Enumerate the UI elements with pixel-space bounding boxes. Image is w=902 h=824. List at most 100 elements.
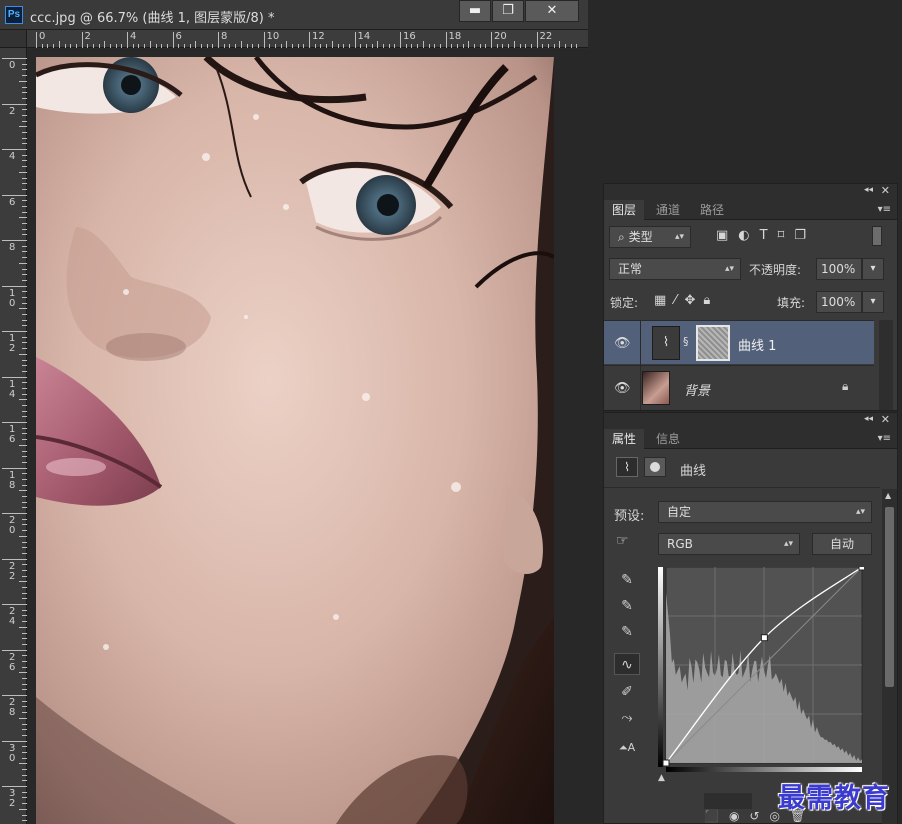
ruler-minor-tick [22,484,27,486]
mask-icon[interactable] [644,457,666,477]
sample-white-eyedropper-icon[interactable]: ✎ [614,621,640,643]
panel-menu-icon[interactable]: ▾≡ [878,204,891,215]
ruler-minor-tick [22,188,27,190]
document-title-bar[interactable]: Ps ccc.jpg @ 66.7% (曲线 1, 图层蒙版/8) * ▬ ❐ … [0,0,588,30]
maximize-button[interactable]: ❐ [492,0,524,22]
image-filter-icon[interactable]: ▣ [716,228,738,243]
ruler-minor-tick [22,200,27,202]
layers-panel-header[interactable]: ◂◂ ✕ [604,184,897,200]
scroll-thumb[interactable] [885,507,894,687]
clip-to-layer-icon[interactable]: ⬛ [704,809,729,823]
fill-dropdown-button[interactable]: ▾ [862,291,884,313]
divider [604,487,880,488]
lock-all-icon[interactable]: 🔒︎ [703,293,718,308]
canvas-area[interactable] [28,49,588,824]
lock-position-icon[interactable]: ✥ [684,293,703,308]
sample-gray-eyedropper-icon[interactable]: ✎ [614,595,640,617]
shape-filter-icon[interactable]: ⌑ [778,228,795,243]
minimize-button[interactable]: ▬ [459,0,491,22]
ruler-tick [2,194,27,196]
reset-icon[interactable]: ↺ [749,809,769,823]
ruler-minor-tick [178,44,180,48]
curves-adjustment-icon[interactable]: ⌇ [616,457,638,477]
curve-control-point[interactable] [858,563,866,571]
ruler-label: 0 [9,60,16,71]
close-panel-icon[interactable]: ✕ [881,184,890,197]
portrait-photo [36,57,554,824]
ruler-minor-tick [22,575,27,577]
visibility-toggle-icon[interactable]: ◉ [729,809,749,823]
opacity-dropdown-button[interactable]: ▾ [862,258,884,280]
blend-mode-select[interactable]: 正常 ▴▾ [609,258,741,280]
ruler-minor-tick [286,41,288,48]
ruler-minor-tick [53,44,55,48]
black-point-slider-icon[interactable]: ▲ [658,773,665,783]
tab-paths[interactable]: 路径 [692,200,732,220]
tab-layers[interactable]: 图层 [604,200,645,220]
channel-select[interactable]: RGB ▴▾ [658,533,800,555]
preset-select[interactable]: 自定 ▴▾ [658,501,872,523]
ruler-minor-tick [565,44,566,48]
ruler-minor-tick [252,44,254,48]
lock-transparency-icon[interactable]: ▦ [654,293,674,308]
lock-image-icon[interactable]: ⁄ [674,293,684,308]
collapse-panel-icon[interactable]: ◂◂ [864,185,873,195]
curve-edit-icon[interactable]: ∿ [614,653,640,675]
ruler-minor-tick [22,712,27,714]
ruler-minor-tick [22,427,27,429]
ruler-minor-tick [22,615,27,617]
tab-info[interactable]: 信息 [648,429,688,449]
curves-chart[interactable] [658,563,866,777]
properties-scrollbar[interactable]: ▲ [882,489,897,824]
layer-mask-thumbnail[interactable] [696,325,730,361]
ruler-label: 8 [9,242,16,253]
ruler-minor-tick [144,44,146,48]
horizontal-ruler[interactable]: 0 2 4 6 8 10 12 14 16 18 20 22 [0,30,588,48]
layer-row-background[interactable]: 👁︎ 背景 🔒︎ [604,365,874,410]
curve-control-point[interactable] [760,634,768,642]
mask-link-icon[interactable]: § [683,335,689,348]
adjustment-filter-icon[interactable]: ◐ [738,228,759,243]
layers-scrollbar[interactable] [879,320,893,410]
fill-input[interactable]: 100% [816,291,862,313]
sample-black-eyedropper-icon[interactable]: ✎ [614,569,640,591]
tab-properties[interactable]: 属性 [604,429,645,449]
clipping-warning-icon[interactable]: ⏶A [614,737,640,759]
auto-button[interactable]: 自动 [812,533,872,555]
scroll-up-icon[interactable]: ▲ [885,491,891,500]
close-panel-icon[interactable]: ✕ [881,413,890,426]
opacity-input[interactable]: 100% [816,258,862,280]
ruler-tick [172,32,174,48]
close-button[interactable]: ✕ [525,0,579,22]
panel-menu-icon[interactable]: ▾≡ [878,433,891,444]
visibility-eye-icon[interactable]: 👁︎ [614,381,631,396]
filter-toggle-switch[interactable] [872,226,882,246]
ruler-minor-tick [22,547,27,549]
properties-panel-header[interactable]: ◂◂ ✕ [604,413,897,429]
canvas-image[interactable] [36,57,554,824]
on-image-adjust-icon[interactable]: ☞ [616,533,629,549]
vertical-ruler[interactable]: 02468101214161820222426283032 [0,48,27,824]
ruler-minor-tick [22,552,27,554]
ruler-tick [2,285,27,287]
ruler-minor-tick [559,41,561,48]
preset-value: 自定 [667,505,692,519]
smart-object-filter-icon[interactable]: ❐ [794,228,816,243]
curve-control-point[interactable] [662,759,670,767]
layer-filter-select[interactable]: ⌕ 类型 ▴▾ [609,226,691,248]
ruler-minor-tick [496,44,498,48]
ruler-minor-tick [303,44,305,48]
ruler-label: 28 [9,697,16,718]
pencil-draw-icon[interactable]: ✐ [614,681,640,703]
ruler-minor-tick [19,80,27,82]
type-filter-icon[interactable]: T [760,228,778,243]
tab-channels[interactable]: 通道 [648,200,688,220]
visibility-eye-icon[interactable]: 👁︎ [614,336,631,351]
curves-graph[interactable] [658,563,866,777]
ruler-label: 30 [9,742,16,764]
collapse-panel-icon[interactable]: ◂◂ [864,414,873,424]
layer-row-curves[interactable]: 👁︎ ⌇ § 曲线 1 [604,320,874,365]
ruler-origin[interactable] [0,30,27,48]
smooth-curve-icon[interactable]: ⤳ [614,707,640,729]
ruler-tick [2,376,27,378]
